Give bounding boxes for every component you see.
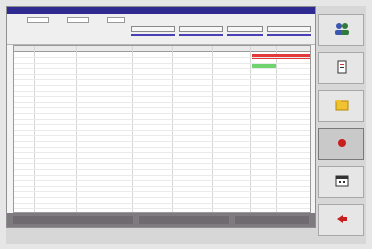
toolbar-underline-3 [227, 34, 263, 36]
exit-icon [337, 215, 347, 223]
toolbar [7, 14, 315, 45]
status-segment-1 [13, 216, 133, 224]
filter-field-2[interactable] [67, 17, 89, 23]
action-sidebar [318, 6, 364, 244]
status-segment-3 [235, 216, 309, 224]
sidebar-button-6[interactable] [318, 204, 364, 236]
sidebar-button-1[interactable] [318, 14, 364, 46]
main-window [6, 6, 316, 228]
toolbar-button-1[interactable] [131, 26, 175, 32]
filter-field-3[interactable] [107, 17, 125, 23]
calendar-icon [335, 175, 349, 187]
status-bar [7, 213, 315, 227]
data-grid [13, 45, 311, 213]
toolbar-underline-2 [179, 34, 223, 36]
title-bar [7, 7, 315, 14]
sidebar-button-2[interactable] [318, 52, 364, 84]
toolbar-underline-4 [267, 34, 311, 36]
toolbar-button-2[interactable] [179, 26, 223, 32]
toolbar-button-3[interactable] [227, 26, 263, 32]
sidebar-button-4[interactable] [318, 128, 364, 160]
table-row[interactable] [14, 203, 310, 210]
screen [6, 6, 366, 244]
sidebar-button-3[interactable] [318, 90, 364, 122]
sidebar-button-5[interactable] [318, 166, 364, 198]
status-segment-2 [139, 216, 229, 224]
folder-icon [335, 100, 349, 111]
filter-field-1[interactable] [27, 17, 49, 23]
people-icon [335, 23, 349, 35]
document-icon [337, 60, 347, 74]
toolbar-button-4[interactable] [267, 26, 311, 32]
record-icon [338, 139, 346, 147]
toolbar-underline-1 [131, 34, 175, 36]
